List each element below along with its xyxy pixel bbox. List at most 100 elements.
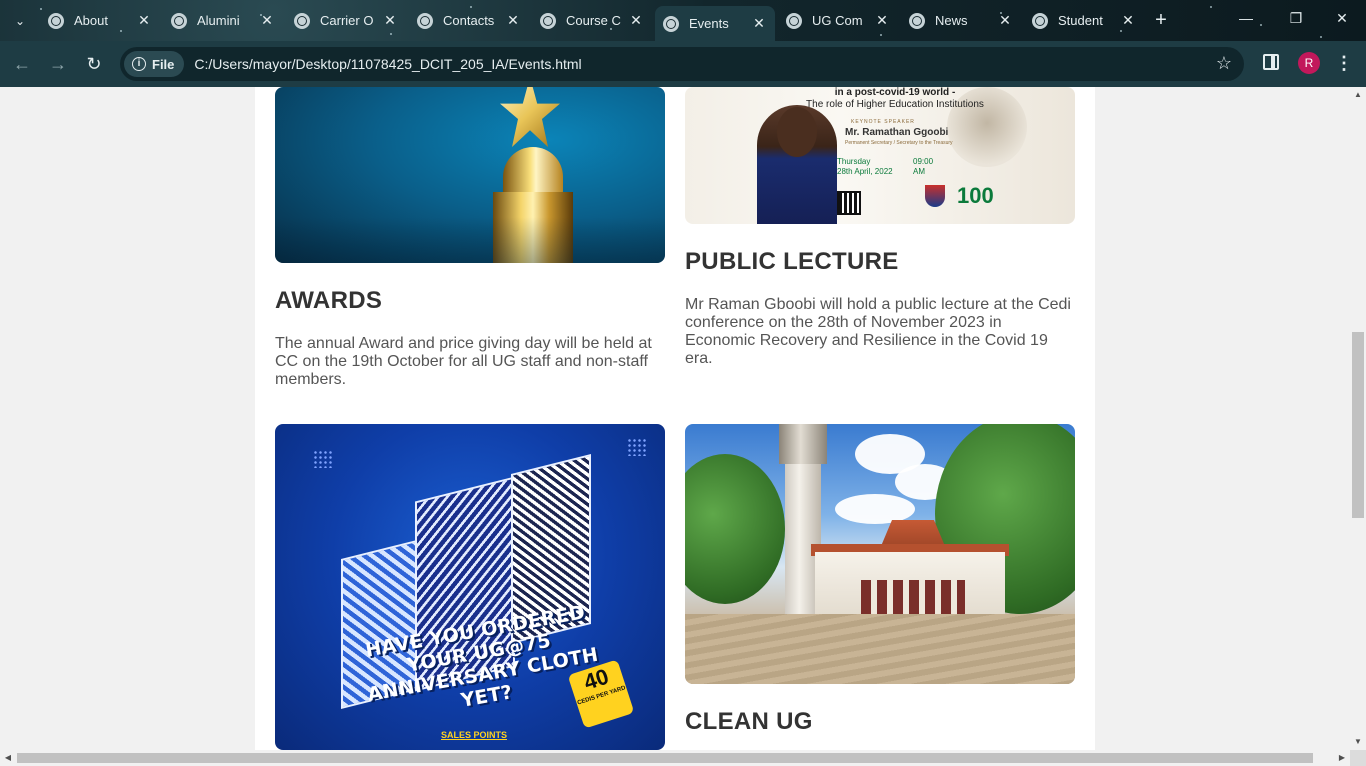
trophy-star-shape: [500, 87, 560, 147]
event-card-anniversary-cloth: HAVE YOU ORDERED YOUR UG@75 ANNIVERSARY …: [275, 424, 665, 750]
close-icon[interactable]: ✕: [1120, 12, 1136, 29]
speaker-name: Mr. Ramathan Ggoobi: [845, 127, 949, 138]
flyer-date-line1: Thursday: [837, 157, 871, 166]
url-text[interactable]: C:/Users/mayor/Desktop/11078425_DCIT_205…: [194, 56, 581, 72]
event-description: Mr Raman Gboobi will hold a public lectu…: [685, 296, 1071, 367]
university-crest: [925, 185, 945, 207]
event-card-awards: AWARDS The annual Award and price giving…: [275, 87, 665, 389]
arrow-right-icon[interactable]: →: [46, 52, 70, 76]
globe-icon: [909, 12, 925, 29]
vertical-scrollbar[interactable]: ▲ ▼: [1350, 87, 1366, 750]
horizontal-scroll-thumb[interactable]: [17, 753, 1313, 763]
speaker-label: KEYNOTE SPEAKER: [851, 119, 915, 125]
tab-news[interactable]: News ✕: [901, 6, 1021, 35]
sales-points-link: SALES POINTS: [441, 730, 508, 740]
tab-contacts[interactable]: Contacts ✕: [409, 6, 529, 35]
close-icon[interactable]: ✕: [505, 12, 521, 29]
kebab-menu-icon[interactable]: ⋮: [1334, 52, 1354, 74]
campus-image: [685, 424, 1075, 684]
tab-alumini[interactable]: Alumini ✕: [163, 6, 283, 35]
trophy-image: [275, 87, 665, 263]
dot-pattern: [313, 450, 333, 468]
trophy-cup-shape: [503, 147, 563, 197]
minimize-icon[interactable]: —: [1236, 10, 1256, 26]
address-bar[interactable]: i File C:/Users/mayor/Desktop/11078425_D…: [120, 47, 1244, 81]
reload-icon[interactable]: ↻: [82, 52, 106, 76]
horizontal-scrollbar[interactable]: ◀ ▶: [0, 750, 1350, 766]
tab-title: Events: [689, 16, 729, 31]
clock-tower-top: [779, 424, 827, 464]
flyer-time-line2: AM: [913, 167, 925, 176]
tab-title: About: [74, 13, 108, 28]
plaza: [685, 614, 1075, 684]
tab-course[interactable]: Course C ✕: [532, 6, 652, 35]
tab-about[interactable]: About ✕: [40, 6, 160, 35]
tab-events[interactable]: Events ✕: [655, 6, 775, 41]
close-icon[interactable]: ✕: [997, 12, 1013, 29]
speaker-role: Permanent Secretary / Secretary to the T…: [845, 140, 953, 146]
globe-icon: [540, 12, 556, 29]
building-arches: [861, 580, 965, 614]
flyer-date: Thursday 28th April, 2022: [837, 157, 893, 177]
lecture-flyer-image: in a post-covid-19 world - The role of H…: [685, 87, 1075, 224]
event-card-public-lecture: in a post-covid-19 world - The role of H…: [685, 87, 1075, 368]
event-description: The annual Award and price giving day wi…: [275, 335, 652, 388]
flyer-time-line1: 09:00: [913, 157, 934, 166]
close-icon[interactable]: ✕: [382, 12, 398, 29]
globe-icon: [417, 12, 433, 29]
site-info-chip[interactable]: i File: [124, 51, 185, 77]
tab-carrier[interactable]: Carrier O ✕: [286, 6, 406, 35]
globe-icon: [663, 15, 679, 32]
info-icon: i: [132, 57, 146, 71]
close-icon[interactable]: ✕: [259, 12, 275, 29]
new-tab-button[interactable]: +: [1150, 9, 1172, 31]
close-icon[interactable]: ✕: [874, 12, 890, 29]
close-icon[interactable]: ✕: [751, 15, 767, 32]
globe-icon: [171, 12, 187, 29]
event-title: CLEAN UG: [685, 708, 813, 735]
scheme-label: File: [152, 56, 175, 72]
cloud: [835, 494, 915, 524]
speaker-face: [777, 107, 817, 157]
tab-title: News: [935, 13, 968, 28]
scroll-right-icon[interactable]: ▶: [1334, 750, 1350, 766]
event-title: PUBLIC LECTURE: [685, 248, 899, 275]
event-title: AWARDS: [275, 287, 383, 314]
tab-strip: ⌄ About ✕ Alumini ✕ Carrier O ✕ Contacts…: [0, 0, 1366, 41]
close-icon[interactable]: ✕: [1332, 10, 1352, 27]
tab-title: Alumini: [197, 13, 240, 28]
anniversary-cloth-image: HAVE YOU ORDERED YOUR UG@75 ANNIVERSARY …: [275, 424, 665, 750]
tab-ug-com[interactable]: UG Com ✕: [778, 6, 898, 35]
arrow-left-icon[interactable]: ←: [10, 52, 34, 76]
tab-student[interactable]: Student ✕: [1024, 6, 1144, 35]
dot-pattern: [627, 438, 647, 456]
scroll-up-icon[interactable]: ▲: [1350, 87, 1366, 103]
globe-icon: [294, 12, 310, 29]
vertical-scroll-thumb[interactable]: [1352, 332, 1364, 518]
events-container: AWARDS The annual Award and price giving…: [255, 87, 1095, 750]
flyer-heading: in a post-covid-19 world - The role of H…: [795, 87, 995, 111]
scrollbar-corner: [1350, 750, 1366, 766]
close-icon[interactable]: ✕: [628, 12, 644, 29]
flyer-date-line2: 28th April, 2022: [837, 167, 893, 176]
browser-toolbar: ← → ↻ i File C:/Users/mayor/Desktop/1107…: [0, 41, 1366, 87]
scroll-left-icon[interactable]: ◀: [0, 750, 16, 766]
side-panel-icon[interactable]: [1263, 54, 1279, 70]
centenary-badge: 100: [957, 183, 994, 208]
star-icon[interactable]: ☆: [1216, 53, 1232, 74]
event-card-clean-ug: CLEAN UG: [685, 424, 1075, 736]
globe-icon: [1032, 12, 1048, 29]
scroll-down-icon[interactable]: ▼: [1350, 734, 1366, 750]
profile-avatar[interactable]: R: [1298, 52, 1320, 74]
chevron-down-icon[interactable]: ⌄: [8, 9, 32, 33]
flyer-heading-line2: The role of Higher Education Institution…: [806, 99, 984, 110]
restore-icon[interactable]: ❐: [1286, 10, 1306, 27]
tab-title: Carrier O: [320, 13, 374, 28]
tree: [685, 454, 785, 604]
close-icon[interactable]: ✕: [136, 12, 152, 29]
tab-title: UG Com: [812, 13, 863, 28]
tab-title: Student: [1058, 13, 1103, 28]
image-shade: [275, 217, 665, 263]
globe-icon: [48, 12, 64, 29]
tab-title: Contacts: [443, 13, 495, 28]
